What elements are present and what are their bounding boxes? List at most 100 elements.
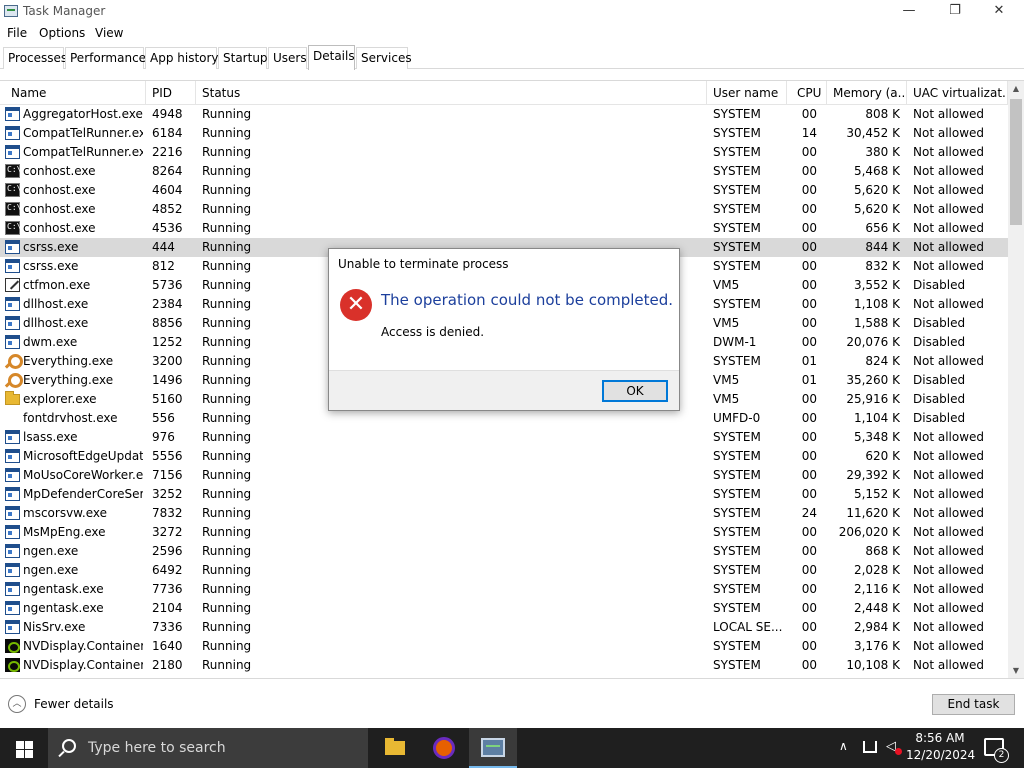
cell-status: Running	[202, 373, 252, 387]
table-row[interactable]: conhost.exe 8264 Running SYSTEM 00 5,468 K Not…	[0, 162, 1008, 181]
cell-pid: 6184	[152, 126, 183, 140]
window-icon	[5, 601, 20, 615]
column-header-cpu[interactable]: CPU	[787, 81, 827, 105]
table-row[interactable]: ngentask.exe 7736 Running SYSTEM 00 2,116 K No…	[0, 580, 1008, 599]
taskbar-search-box[interactable]: Type here to search	[48, 728, 368, 768]
cell-status: Running	[202, 601, 252, 615]
table-row[interactable]: AggregatorHost.exe 4948 Running SYSTEM 00 808…	[0, 105, 1008, 124]
table-row[interactable]: conhost.exe 4852 Running SYSTEM 00 5,620 K Not…	[0, 200, 1008, 219]
tab-users[interactable]: Users	[268, 47, 307, 69]
cell-mem: 808 K	[865, 107, 900, 121]
console-icon	[5, 183, 21, 197]
cell-cpu: 00	[801, 582, 817, 596]
table-row[interactable]: ngen.exe 6492 Running SYSTEM 00 2,028 K Not al…	[0, 561, 1008, 580]
cell-cpu: 14	[801, 126, 817, 140]
menu-options[interactable]: Options	[39, 26, 85, 40]
column-header-name[interactable]: ^ Name	[5, 81, 146, 105]
table-row[interactable]: conhost.exe 4536 Running SYSTEM 00 656 K Not a…	[0, 219, 1008, 238]
restore-button[interactable]: ❐	[932, 0, 978, 24]
taskbar-task-manager[interactable]	[469, 728, 517, 768]
ok-button[interactable]: OK	[602, 380, 668, 402]
cell-uac: Not allowed	[913, 430, 985, 444]
footer-bar: ︿ Fewer details End task	[0, 678, 1024, 728]
column-header-status[interactable]: Status	[196, 81, 707, 105]
cell-pid: 4536	[152, 221, 183, 235]
table-row[interactable]: fontdrvhost.exe 556 Running UMFD-0 00 1,104 K…	[0, 409, 1008, 428]
cell-status: Running	[202, 525, 252, 539]
column-header-user-name[interactable]: User name	[707, 81, 787, 105]
cell-pid: 976	[152, 430, 175, 444]
cell-name: NVDisplay.Container...	[23, 639, 143, 653]
tab-app-history[interactable]: App history	[145, 47, 219, 69]
cell-name: mscorsvw.exe	[23, 506, 107, 520]
tab-processes[interactable]: Processes	[3, 47, 67, 69]
close-button[interactable]: ✕	[976, 0, 1022, 24]
cell-user: VM5	[713, 278, 740, 292]
network-icon[interactable]	[863, 741, 877, 753]
tab-startup[interactable]: Startup	[218, 47, 268, 69]
clock-time[interactable]: 8:56 AM	[910, 731, 970, 745]
column-header-pid[interactable]: PID	[146, 81, 196, 105]
table-row[interactable]: NisSrv.exe 7336 Running LOCAL SE... 00 2,984 …	[0, 618, 1008, 637]
table-row[interactable]: ngentask.exe 2104 Running SYSTEM 00 2,448 K No…	[0, 599, 1008, 618]
clock-date[interactable]: 12/20/2024	[906, 748, 975, 762]
cell-user: SYSTEM	[713, 506, 761, 520]
table-row[interactable]: ngen.exe 2596 Running SYSTEM 00 868 K Not allo…	[0, 542, 1008, 561]
cell-cpu: 00	[801, 297, 817, 311]
menu-file[interactable]: File	[7, 26, 27, 40]
table-row[interactable]: MicrosoftEdgeUpdat... 5556 Running SYSTEM 00…	[0, 447, 1008, 466]
cell-cpu: 00	[801, 259, 817, 273]
error-dialog: Unable to terminate process ✕ The operat…	[328, 248, 680, 411]
cell-user: VM5	[713, 392, 740, 406]
taskbar-file-explorer[interactable]	[371, 728, 419, 768]
table-row[interactable]: lsass.exe 976 Running SYSTEM 00 5,348 K Not al…	[0, 428, 1008, 447]
taskbar-firefox[interactable]	[420, 728, 468, 768]
table-row[interactable]: NVDisplay.Container... 1640 Running SYSTEM 0…	[0, 637, 1008, 656]
scrollbar-thumb[interactable]	[1010, 99, 1022, 225]
minimize-button[interactable]: —	[886, 0, 932, 24]
cell-cpu: 01	[801, 354, 817, 368]
cell-pid: 444	[152, 240, 175, 254]
table-row[interactable]: mscorsvw.exe 7832 Running SYSTEM 24 11,620 K N…	[0, 504, 1008, 523]
column-header-memory[interactable]: Memory (a...	[827, 81, 907, 105]
column-header-uac-virtualization[interactable]: UAC virtualizat...	[907, 81, 1008, 105]
cell-pid: 7336	[152, 620, 183, 634]
windows-logo-icon	[16, 750, 24, 758]
search-icon	[62, 739, 76, 753]
scroll-up-icon[interactable]: ▲	[1008, 81, 1024, 97]
cell-uac: Not allowed	[913, 544, 985, 558]
end-task-button[interactable]: End task	[932, 694, 1015, 715]
cell-mem: 5,620 K	[853, 183, 900, 197]
start-button[interactable]	[0, 728, 48, 768]
table-row[interactable]: conhost.exe 4604 Running SYSTEM 00 5,620 K Not…	[0, 181, 1008, 200]
fewer-details-link[interactable]: Fewer details	[34, 697, 114, 711]
taskbar: Type here to search ∧ ◁ 8:56 AM 12/20/20…	[0, 728, 1024, 768]
cell-user: SYSTEM	[713, 297, 761, 311]
cell-mem: 5,620 K	[853, 202, 900, 216]
cell-mem: 824 K	[865, 354, 900, 368]
cell-uac: Not allowed	[913, 297, 985, 311]
title-bar[interactable]: Task Manager — ❐ ✕	[0, 0, 1024, 24]
window-icon	[5, 259, 20, 273]
table-row[interactable]: MsMpEng.exe 3272 Running SYSTEM 00 206,020 K N…	[0, 523, 1008, 542]
vertical-scrollbar[interactable]: ▲ ▼	[1008, 81, 1024, 678]
chevron-up-icon[interactable]: ︿	[8, 695, 26, 713]
table-row[interactable]: CompatTelRunner.exe 2216 Running SYSTEM 00 38…	[0, 143, 1008, 162]
scroll-down-icon[interactable]: ▼	[1008, 663, 1024, 678]
table-row[interactable]: CompatTelRunner.exe 6184 Running SYSTEM 14 30…	[0, 124, 1008, 143]
cell-mem: 29,392 K	[846, 468, 900, 482]
table-row[interactable]: MoUsoCoreWorker.e... 7156 Running SYSTEM 00 2…	[0, 466, 1008, 485]
cell-status: Running	[202, 639, 252, 653]
cell-pid: 2104	[152, 601, 183, 615]
tab-services[interactable]: Services	[356, 47, 412, 69]
tab-performance[interactable]: Performance	[65, 47, 146, 69]
tab-details[interactable]: Details	[308, 45, 355, 70]
table-row[interactable]: NVDisplay.Container... 2180 Running SYSTEM 0…	[0, 656, 1008, 675]
task-manager-window: Task Manager — ❐ ✕ File Options View Pro…	[0, 0, 1024, 728]
cell-name: ngentask.exe	[23, 601, 104, 615]
table-row[interactable]: MpDefenderCoreSer... 3252 Running SYSTEM 00 5…	[0, 485, 1008, 504]
tab-strip: Processes Performance App history Startu…	[0, 45, 1024, 70]
volume-muted-icon[interactable]: ◁	[886, 739, 902, 755]
show-hidden-icons-icon[interactable]: ∧	[839, 739, 848, 753]
menu-view[interactable]: View	[95, 26, 123, 40]
